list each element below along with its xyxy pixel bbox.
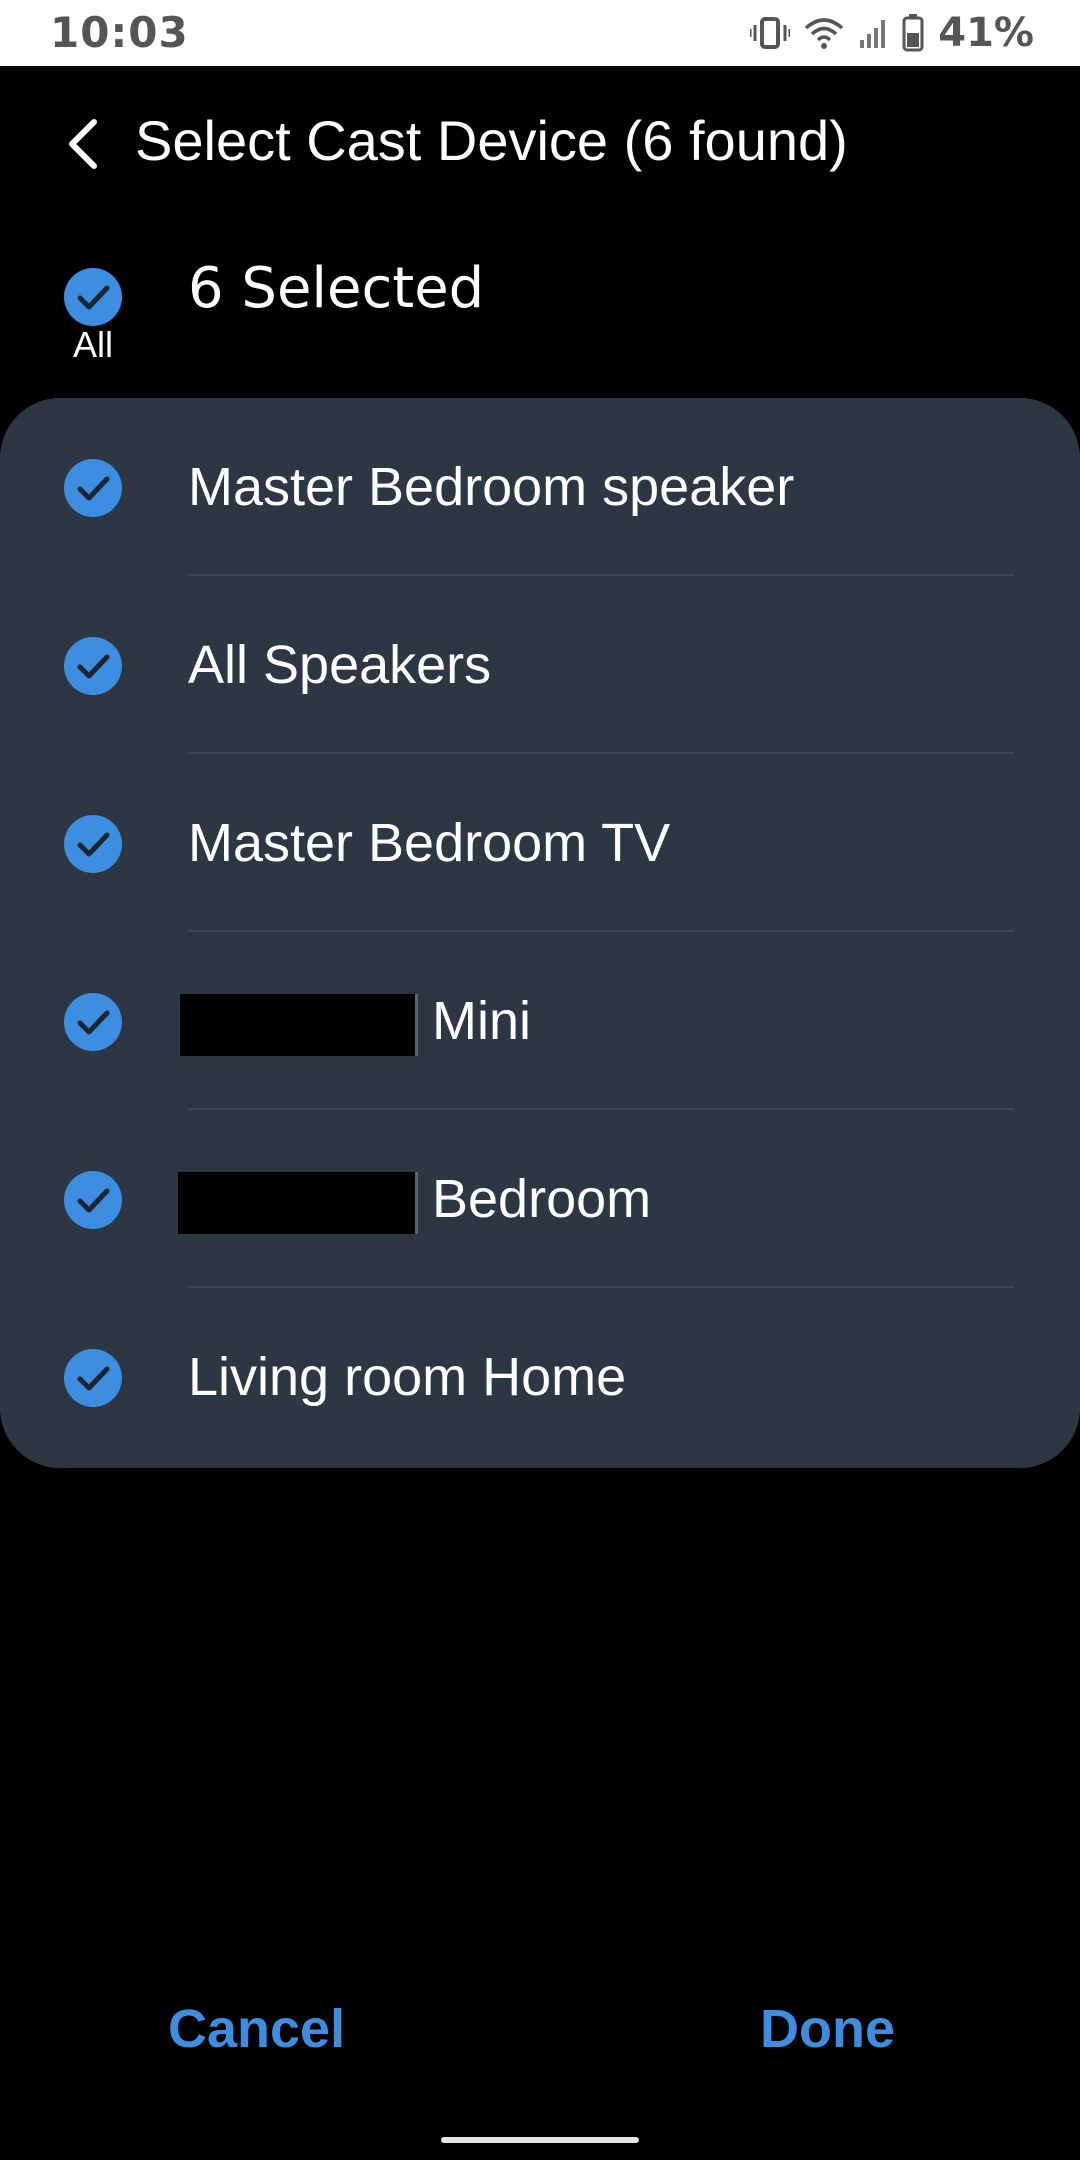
- back-button[interactable]: [56, 112, 112, 176]
- checkmark-icon: [64, 268, 122, 326]
- device-list: Master Bedroom speaker All Speakers Mast…: [0, 398, 1080, 1468]
- checkmark-icon: [64, 993, 122, 1051]
- device-checkbox[interactable]: [64, 1171, 122, 1229]
- device-label: Master Bedroom TV: [188, 813, 671, 873]
- wifi-icon: [804, 16, 844, 50]
- device-checkbox[interactable]: [64, 993, 122, 1051]
- device-checkbox[interactable]: [64, 637, 122, 695]
- device-item[interactable]: Bedroom: [0, 1110, 1080, 1288]
- device-item[interactable]: Mini: [0, 932, 1080, 1110]
- checkmark-icon: [64, 1349, 122, 1407]
- device-checkbox[interactable]: [64, 1349, 122, 1407]
- device-item[interactable]: Master Bedroom speaker: [0, 398, 1080, 576]
- select-all-checkbox[interactable]: [64, 268, 122, 326]
- device-label-wrapper: Mini: [180, 990, 532, 1056]
- battery-percent: 41%: [938, 10, 1034, 56]
- device-label: All Speakers: [188, 635, 492, 695]
- header: Select Cast Device (6 found): [0, 100, 1080, 190]
- selected-count: 6 Selected: [188, 256, 485, 321]
- device-label: Master Bedroom speaker: [188, 457, 795, 517]
- device-item[interactable]: Master Bedroom TV: [0, 754, 1080, 932]
- device-checkbox[interactable]: [64, 459, 122, 517]
- vibrate-icon: [750, 16, 791, 50]
- status-bar: 10:03 41%: [0, 0, 1080, 66]
- checkmark-icon: [64, 1171, 122, 1229]
- device-label: Living room Home: [188, 1347, 627, 1407]
- checkmark-icon: [64, 815, 122, 873]
- select-all-label: All: [72, 324, 113, 365]
- device-label: Bedroom: [432, 1169, 652, 1229]
- checkmark-icon: [64, 637, 122, 695]
- status-icons: 41%: [750, 10, 1034, 56]
- battery-icon: [902, 14, 924, 52]
- cancel-button[interactable]: Cancel: [168, 1998, 345, 2060]
- page-title: Select Cast Device (6 found): [135, 109, 848, 172]
- home-indicator[interactable]: [441, 2137, 639, 2143]
- device-item[interactable]: All Speakers: [0, 576, 1080, 754]
- done-button[interactable]: Done: [760, 1998, 895, 2060]
- device-label: Mini: [432, 991, 532, 1051]
- status-time: 10:03: [50, 8, 189, 57]
- device-checkbox[interactable]: [64, 815, 122, 873]
- chevron-left-icon: [56, 119, 112, 180]
- signal-icon: [858, 16, 888, 50]
- select-all-row: All 6 Selected: [0, 250, 1080, 380]
- redaction-block: [178, 1171, 418, 1234]
- action-bar: Cancel Done: [0, 1998, 1080, 2088]
- device-label-wrapper: Bedroom: [178, 1168, 652, 1234]
- redaction-block: [180, 993, 418, 1056]
- checkmark-icon: [64, 459, 122, 517]
- device-item[interactable]: Living room Home: [0, 1288, 1080, 1466]
